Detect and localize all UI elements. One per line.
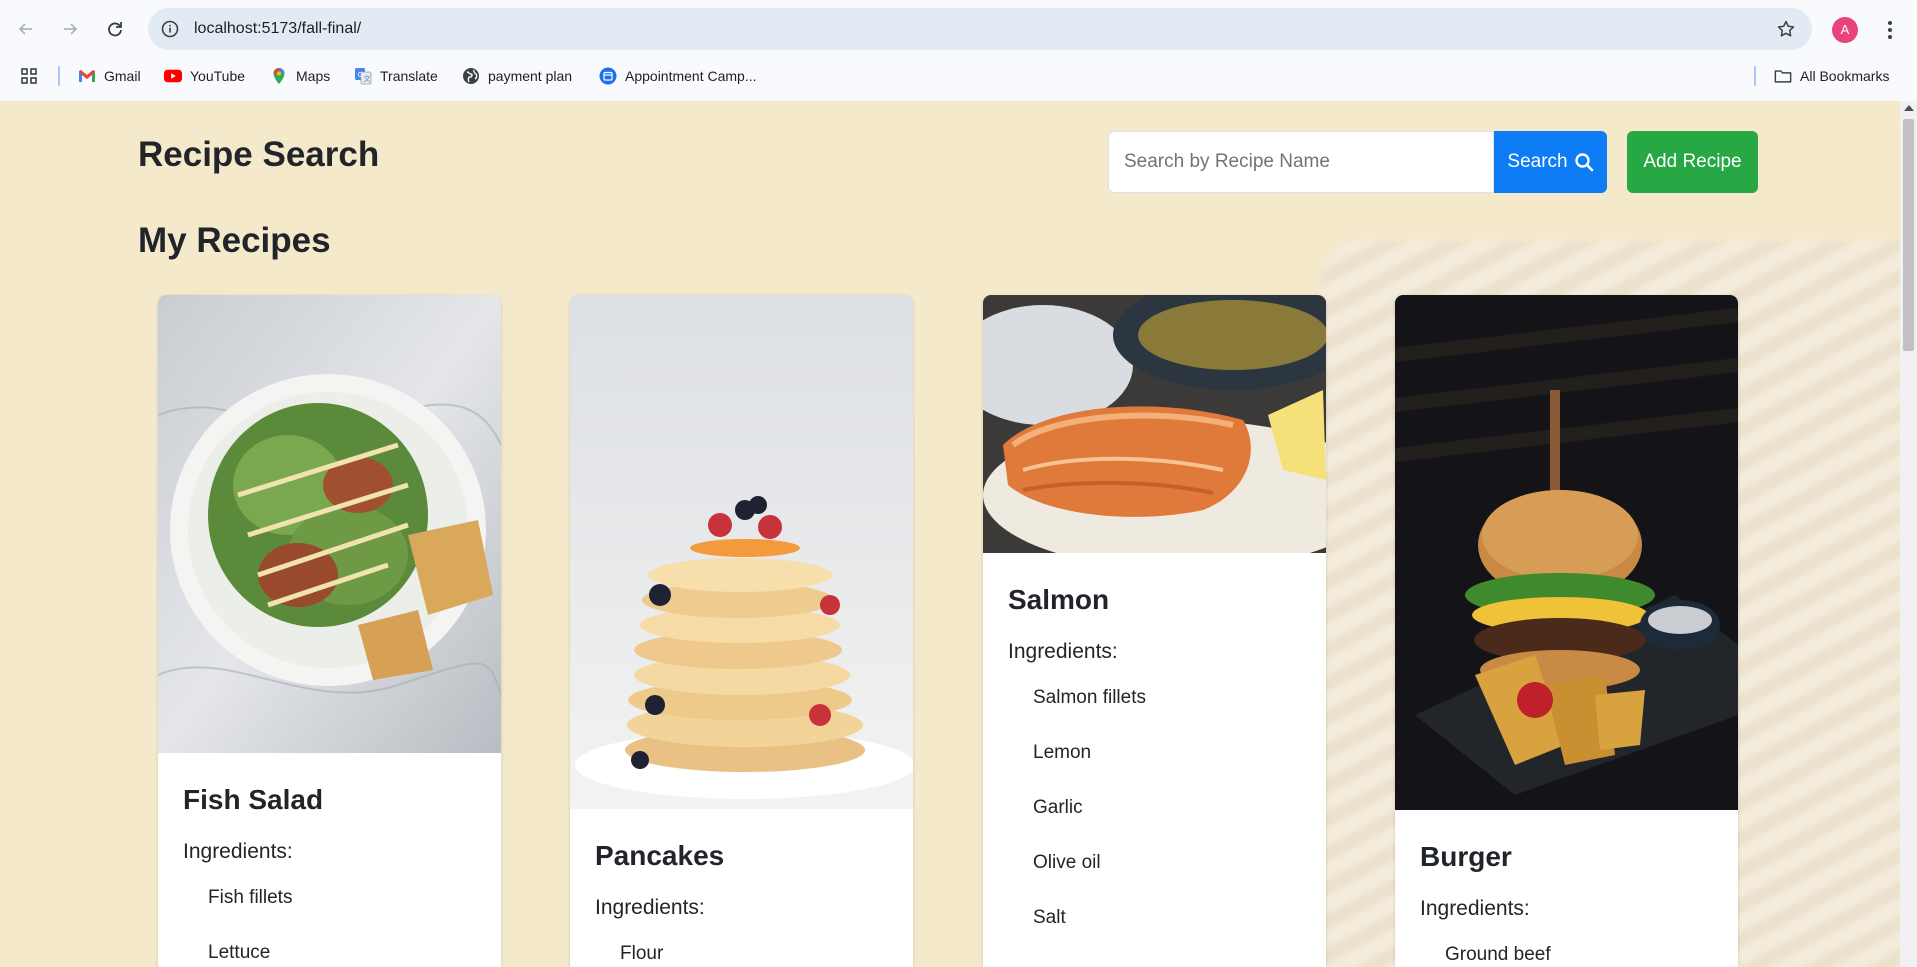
calendar-icon <box>599 67 617 85</box>
bookmark-label: Appointment Camp... <box>625 68 757 84</box>
page-scrollbar[interactable] <box>1900 101 1917 967</box>
svg-text:文: 文 <box>364 74 371 83</box>
reload-button[interactable] <box>99 13 131 45</box>
bookmark-label: YouTube <box>190 68 246 84</box>
recipe-card[interactable]: Fish Salad Ingredients: Fish fillets Let… <box>158 295 501 967</box>
search-button-label: Search <box>1507 151 1568 172</box>
ingredient-item: Fish fillets <box>208 887 293 908</box>
bookmark-youtube[interactable]: YouTube <box>164 64 245 88</box>
bookmark-label: payment plan <box>488 68 573 84</box>
forward-arrow-icon <box>64 23 78 35</box>
ingredients-label: Ingredients: <box>595 896 705 919</box>
apps-button[interactable] <box>20 64 38 88</box>
all-bookmarks-button[interactable]: All Bookmarks <box>1774 64 1889 88</box>
bookmarks-bar: Gmail YouTube Maps G文 Translate payment … <box>0 60 1917 92</box>
svg-text:G: G <box>358 71 363 79</box>
globe-icon <box>462 67 480 85</box>
ingredients-label: Ingredients: <box>183 840 293 863</box>
recipe-image <box>570 295 913 809</box>
bookmark-label: Gmail <box>104 68 141 84</box>
ingredient-item: Salt <box>1033 907 1066 928</box>
ingredient-item: Salmon fillets <box>1033 687 1146 708</box>
forward-button[interactable] <box>54 13 86 45</box>
recipe-name: Salmon <box>1008 584 1110 615</box>
bookmark-maps[interactable]: Maps <box>270 64 330 88</box>
ingredient-item: Garlic <box>1033 797 1083 818</box>
ingredients-list: Salmon fillets Lemon Garlic Olive oil Sa… <box>1033 687 1146 962</box>
scroll-up-icon[interactable] <box>1904 105 1914 111</box>
ingredient-item: Olive oil <box>1033 852 1101 873</box>
recipe-card[interactable]: Burger Ingredients: Ground beef <box>1395 295 1738 967</box>
search-icon <box>1574 153 1593 172</box>
ingredients-list: Flour <box>620 943 663 967</box>
search-input[interactable] <box>1108 131 1494 193</box>
url-text[interactable]: localhost:5173/fall-final/ <box>194 8 361 50</box>
recipe-card[interactable]: Pancakes Ingredients: Flour <box>570 295 913 967</box>
recipe-name: Fish Salad <box>183 784 324 815</box>
scrollbar-thumb[interactable] <box>1903 119 1914 351</box>
bookmark-label: Maps <box>296 68 331 84</box>
back-button[interactable] <box>10 13 42 45</box>
ingredient-item: Flour <box>620 943 664 964</box>
browser-chrome: localhost:5173/fall-final/ A Gmail YouTu… <box>0 0 1917 101</box>
folder-icon <box>1774 67 1792 85</box>
recipe-image <box>1395 295 1738 810</box>
recipe-name: Pancakes <box>595 840 725 871</box>
recipe-image <box>983 295 1326 553</box>
bookmark-label: Translate <box>380 68 438 84</box>
ingredients-label: Ingredients: <box>1420 897 1530 920</box>
gmail-icon <box>78 67 96 85</box>
recipe-card[interactable]: Salmon Ingredients: Salmon fillets Lemon… <box>983 295 1326 967</box>
ingredients-list: Fish fillets Lettuce <box>208 887 292 967</box>
bookmark-gmail[interactable]: Gmail <box>78 64 141 88</box>
ingredient-item: Lemon <box>1033 742 1092 763</box>
add-recipe-button[interactable]: Add Recipe <box>1627 131 1758 193</box>
reload-icon <box>108 22 122 37</box>
more-menu-icon[interactable] <box>1878 16 1902 44</box>
recipe-image <box>158 295 501 753</box>
bookmarks-divider <box>1754 66 1756 86</box>
ingredients-label: Ingredients: <box>1008 640 1118 663</box>
search-button[interactable]: Search <box>1494 131 1607 193</box>
section-title: My Recipes <box>138 221 331 260</box>
address-bar[interactable]: localhost:5173/fall-final/ <box>148 8 1812 50</box>
all-bookmarks-label: All Bookmarks <box>1800 68 1890 84</box>
bookmark-translate[interactable]: G文 Translate <box>354 64 438 88</box>
youtube-icon <box>164 67 182 85</box>
profile-avatar[interactable]: A <box>1832 17 1858 43</box>
bookmark-appointment[interactable]: Appointment Camp... <box>599 64 757 88</box>
recipe-name: Burger <box>1420 841 1512 872</box>
apps-grid-icon <box>20 67 38 85</box>
back-arrow-icon <box>18 23 32 35</box>
site-info-icon[interactable] <box>160 19 180 39</box>
page-title: Recipe Search <box>138 135 380 174</box>
bookmark-star-icon[interactable] <box>1776 19 1796 39</box>
ingredient-item: Ground beef <box>1445 944 1551 965</box>
bookmarks-divider <box>58 66 60 86</box>
ingredients-list: Ground beef <box>1445 944 1551 967</box>
bookmark-payment-plan[interactable]: payment plan <box>462 64 572 88</box>
ingredient-item: Lettuce <box>208 942 271 963</box>
translate-icon: G文 <box>354 67 372 85</box>
page-content: Recipe Search My Recipes Search Add Reci… <box>0 101 1900 967</box>
maps-icon <box>270 67 288 85</box>
